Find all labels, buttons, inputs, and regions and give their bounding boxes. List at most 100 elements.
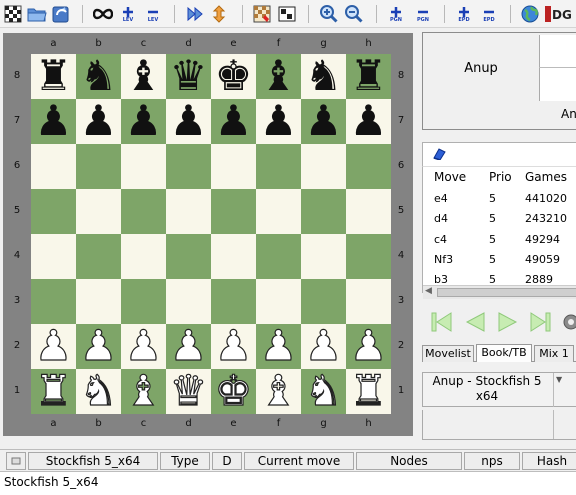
infinite-analysis-icon[interactable] bbox=[92, 2, 114, 26]
square-c6[interactable] bbox=[121, 144, 166, 189]
white-rook-h1[interactable]: ♜ bbox=[346, 368, 391, 414]
square-e6[interactable] bbox=[211, 144, 256, 189]
last-move-icon[interactable] bbox=[528, 310, 552, 337]
square-d5[interactable] bbox=[166, 189, 211, 234]
internet-globe-icon[interactable] bbox=[519, 2, 541, 26]
engine-toggle-icon[interactable] bbox=[6, 452, 26, 470]
black-king-e8[interactable]: ♚ bbox=[211, 54, 256, 99]
book-cell-move[interactable]: Nf3 bbox=[434, 253, 453, 266]
white-pawn-b2[interactable]: ♟ bbox=[76, 323, 121, 369]
remove-epd-icon[interactable]: EPD bbox=[478, 2, 500, 26]
white-rook-a1[interactable]: ♜ bbox=[31, 368, 76, 414]
zoom-out-icon[interactable] bbox=[343, 2, 365, 26]
white-pawn-h2[interactable]: ♟ bbox=[346, 323, 391, 369]
new-board-icon[interactable] bbox=[3, 2, 23, 26]
scroll-left-icon[interactable]: ◀ bbox=[425, 286, 432, 296]
book-column-games[interactable]: Games bbox=[525, 170, 567, 184]
square-b4[interactable] bbox=[76, 234, 121, 279]
square-c5[interactable] bbox=[121, 189, 166, 234]
square-f3[interactable] bbox=[256, 279, 301, 324]
engine-settings-gear-icon[interactable] bbox=[559, 310, 576, 337]
tab-mix-1[interactable]: Mix 1 bbox=[534, 345, 574, 362]
next-move-icon[interactable] bbox=[496, 310, 520, 337]
book-cell-prio[interactable]: 5 bbox=[489, 192, 496, 205]
black-pawn-g7[interactable]: ♟ bbox=[301, 99, 346, 144]
square-h5[interactable] bbox=[346, 189, 391, 234]
white-pawn-f2[interactable]: ♟ bbox=[256, 323, 301, 369]
save-icon[interactable] bbox=[50, 2, 72, 26]
black-pawn-e7[interactable]: ♟ bbox=[211, 99, 256, 144]
book-cell-prio[interactable]: 5 bbox=[489, 233, 496, 246]
square-e3[interactable] bbox=[211, 279, 256, 324]
setup-position-icon[interactable] bbox=[251, 2, 273, 26]
black-knight-g8[interactable]: ♞ bbox=[301, 54, 346, 99]
tab-movelist[interactable]: Movelist bbox=[422, 345, 474, 362]
add-pgn-icon[interactable]: PGN bbox=[385, 2, 407, 26]
white-pawn-g2[interactable]: ♟ bbox=[301, 323, 346, 369]
remove-pgn-icon[interactable]: PGN bbox=[412, 2, 434, 26]
black-knight-b8[interactable]: ♞ bbox=[76, 54, 121, 99]
square-d6[interactable] bbox=[166, 144, 211, 189]
square-d3[interactable] bbox=[166, 279, 211, 324]
add-level-icon[interactable]: LEV bbox=[117, 2, 139, 26]
fast-forward-icon[interactable] bbox=[184, 2, 206, 26]
black-pawn-c7[interactable]: ♟ bbox=[121, 99, 166, 144]
book-horizontal-scrollbar[interactable]: ◀ bbox=[423, 285, 576, 299]
square-d4[interactable] bbox=[166, 234, 211, 279]
book-cell-games[interactable]: 49294 bbox=[525, 233, 560, 246]
black-bishop-f8[interactable]: ♝ bbox=[256, 54, 301, 99]
black-queen-d8[interactable]: ♛ bbox=[166, 54, 211, 99]
square-a3[interactable] bbox=[31, 279, 76, 324]
remove-level-icon[interactable]: LEV bbox=[142, 2, 164, 26]
square-g5[interactable] bbox=[301, 189, 346, 234]
book-cell-move[interactable]: d4 bbox=[434, 212, 448, 225]
square-e4[interactable] bbox=[211, 234, 256, 279]
engine-type-header[interactable]: Type bbox=[160, 452, 210, 470]
white-king-e1[interactable]: ♚ bbox=[211, 368, 256, 414]
book-column-move[interactable]: Move bbox=[434, 170, 466, 184]
black-rook-a8[interactable]: ♜ bbox=[31, 54, 76, 99]
square-g4[interactable] bbox=[301, 234, 346, 279]
square-g6[interactable] bbox=[301, 144, 346, 189]
engine-name[interactable]: Stockfish 5_x64 bbox=[28, 452, 158, 470]
engine-nps-header[interactable]: nps bbox=[464, 452, 520, 470]
add-epd-icon[interactable]: EPD bbox=[453, 2, 475, 26]
open-folder-icon[interactable] bbox=[26, 2, 48, 26]
game-info-dropdown-icon[interactable]: ▼ bbox=[556, 375, 562, 384]
black-pawn-d7[interactable]: ♟ bbox=[166, 99, 211, 144]
black-bishop-c8[interactable]: ♝ bbox=[121, 54, 166, 99]
tab-book-tb[interactable]: Book/TB bbox=[476, 344, 532, 362]
book-column-prio[interactable]: Prio bbox=[489, 170, 512, 184]
black-pawn-b7[interactable]: ♟ bbox=[76, 99, 121, 144]
black-pawn-h7[interactable]: ♟ bbox=[346, 99, 391, 144]
white-pawn-e2[interactable]: ♟ bbox=[211, 323, 256, 369]
black-pawn-f7[interactable]: ♟ bbox=[256, 99, 301, 144]
white-knight-b1[interactable]: ♞ bbox=[76, 368, 121, 414]
square-b5[interactable] bbox=[76, 189, 121, 234]
book-cell-games[interactable]: 243210 bbox=[525, 212, 567, 225]
engine-nodes-header[interactable]: Nodes bbox=[356, 452, 462, 470]
first-move-icon[interactable] bbox=[430, 310, 454, 337]
engine-depth-header[interactable]: D bbox=[212, 452, 242, 470]
white-knight-g1[interactable]: ♞ bbox=[301, 368, 346, 414]
white-bishop-c1[interactable]: ♝ bbox=[121, 368, 166, 414]
book-cell-prio[interactable]: 5 bbox=[489, 253, 496, 266]
square-c4[interactable] bbox=[121, 234, 166, 279]
square-h6[interactable] bbox=[346, 144, 391, 189]
scrollbar-thumb[interactable] bbox=[437, 288, 576, 297]
previous-move-icon[interactable] bbox=[463, 310, 487, 337]
square-h3[interactable] bbox=[346, 279, 391, 324]
engine-hash-header[interactable]: Hash bbox=[522, 452, 576, 470]
edit-position-icon[interactable] bbox=[276, 2, 298, 26]
book-cell-prio[interactable]: 5 bbox=[489, 212, 496, 225]
square-a5[interactable] bbox=[31, 189, 76, 234]
book-cell-games[interactable]: 49059 bbox=[525, 253, 560, 266]
square-f4[interactable] bbox=[256, 234, 301, 279]
white-pawn-a2[interactable]: ♟ bbox=[31, 323, 76, 369]
square-f5[interactable] bbox=[256, 189, 301, 234]
square-b6[interactable] bbox=[76, 144, 121, 189]
square-c3[interactable] bbox=[121, 279, 166, 324]
white-queen-d1[interactable]: ♛ bbox=[166, 368, 211, 414]
book-cell-games[interactable]: 441020 bbox=[525, 192, 567, 205]
book-cell-move[interactable]: e4 bbox=[434, 192, 448, 205]
